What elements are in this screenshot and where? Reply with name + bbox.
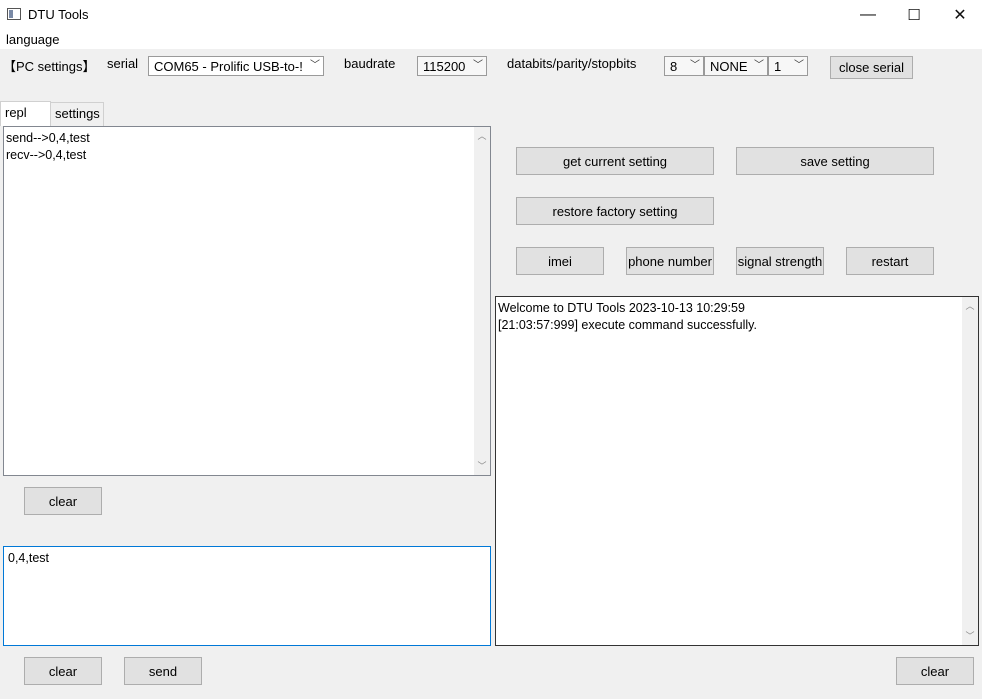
scroll-down-arrow-icon[interactable]: ﹀	[962, 629, 978, 643]
serial-label: serial	[107, 56, 139, 71]
repl-log-scrollbar[interactable]: ︿ ﹀	[474, 127, 490, 475]
parity-value: NONE	[710, 59, 748, 74]
output-log-scrollbar[interactable]: ︿ ﹀	[962, 297, 978, 645]
get-current-setting-button[interactable]: get current setting	[516, 147, 714, 175]
close-window-button[interactable]: ✕	[937, 0, 982, 30]
restore-factory-setting-button[interactable]: restore factory setting	[516, 197, 714, 225]
chevron-down-icon: ﹀	[310, 60, 320, 71]
window-title: DTU Tools	[28, 7, 89, 22]
repl-input-value: 0,4,test	[8, 551, 49, 565]
tab-settings[interactable]: settings	[50, 102, 104, 126]
repl-log[interactable]: send-->0,4,test recv-->0,4,test ︿ ﹀	[3, 126, 491, 476]
signal-strength-button[interactable]: signal strength	[736, 247, 824, 275]
output-line: [21:03:57:999] execute command successfu…	[498, 318, 757, 332]
chevron-down-icon: ﹀	[754, 60, 764, 71]
scroll-up-arrow-icon[interactable]: ︿	[474, 129, 490, 143]
repl-input[interactable]: 0,4,test	[3, 546, 491, 646]
output-line: Welcome to DTU Tools 2023-10-13 10:29:59	[498, 301, 745, 315]
app-icon	[7, 8, 21, 20]
chevron-down-icon: ﹀	[690, 60, 700, 71]
send-button[interactable]: send	[124, 657, 202, 685]
stopbits-select[interactable]: 1 ﹀	[768, 56, 808, 76]
baudrate-value: 115200	[423, 59, 466, 74]
restart-button[interactable]: restart	[846, 247, 934, 275]
pc-settings-label: 【PC settings】	[3, 59, 96, 74]
stopbits-value: 1	[774, 59, 782, 74]
scroll-up-arrow-icon[interactable]: ︿	[962, 299, 978, 313]
parity-select[interactable]: NONE ﹀	[704, 56, 768, 76]
minimize-button[interactable]: —	[845, 0, 891, 30]
serial-port-select[interactable]: COM65 - Prolific USB-to-! ﹀	[148, 56, 324, 76]
output-log-content: Welcome to DTU Tools 2023-10-13 10:29:59…	[498, 300, 757, 334]
frame-format-label: databits/parity/stopbits	[507, 56, 637, 71]
databits-value: 8	[670, 59, 678, 74]
maximize-button[interactable]: ☐	[891, 0, 937, 30]
clear-log-button[interactable]: clear	[24, 487, 102, 515]
log-line: recv-->0,4,test	[6, 148, 87, 162]
clear-input-button[interactable]: clear	[24, 657, 102, 685]
log-line: send-->0,4,test	[6, 131, 90, 145]
output-log[interactable]: Welcome to DTU Tools 2023-10-13 10:29:59…	[495, 296, 979, 646]
imei-button[interactable]: imei	[516, 247, 604, 275]
tab-repl[interactable]: repl	[0, 101, 51, 126]
title-bar: DTU Tools — ☐ ✕	[0, 0, 982, 30]
chevron-down-icon: ﹀	[473, 60, 483, 71]
repl-log-content: send-->0,4,test recv-->0,4,test	[6, 130, 90, 164]
baudrate-label: baudrate	[344, 56, 396, 71]
chevron-down-icon: ﹀	[794, 60, 804, 71]
serial-port-value: COM65 - Prolific USB-to-!	[154, 59, 303, 74]
close-serial-button[interactable]: close serial	[830, 56, 913, 79]
save-setting-button[interactable]: save setting	[736, 147, 934, 175]
menu-language[interactable]: language	[6, 32, 60, 47]
menu-bar: language	[0, 30, 982, 49]
phone-number-button[interactable]: phone number	[626, 247, 714, 275]
scroll-down-arrow-icon[interactable]: ﹀	[474, 459, 490, 473]
databits-select[interactable]: 8 ﹀	[664, 56, 704, 76]
baudrate-select[interactable]: 115200 ﹀	[417, 56, 487, 76]
clear-output-button[interactable]: clear	[896, 657, 974, 685]
